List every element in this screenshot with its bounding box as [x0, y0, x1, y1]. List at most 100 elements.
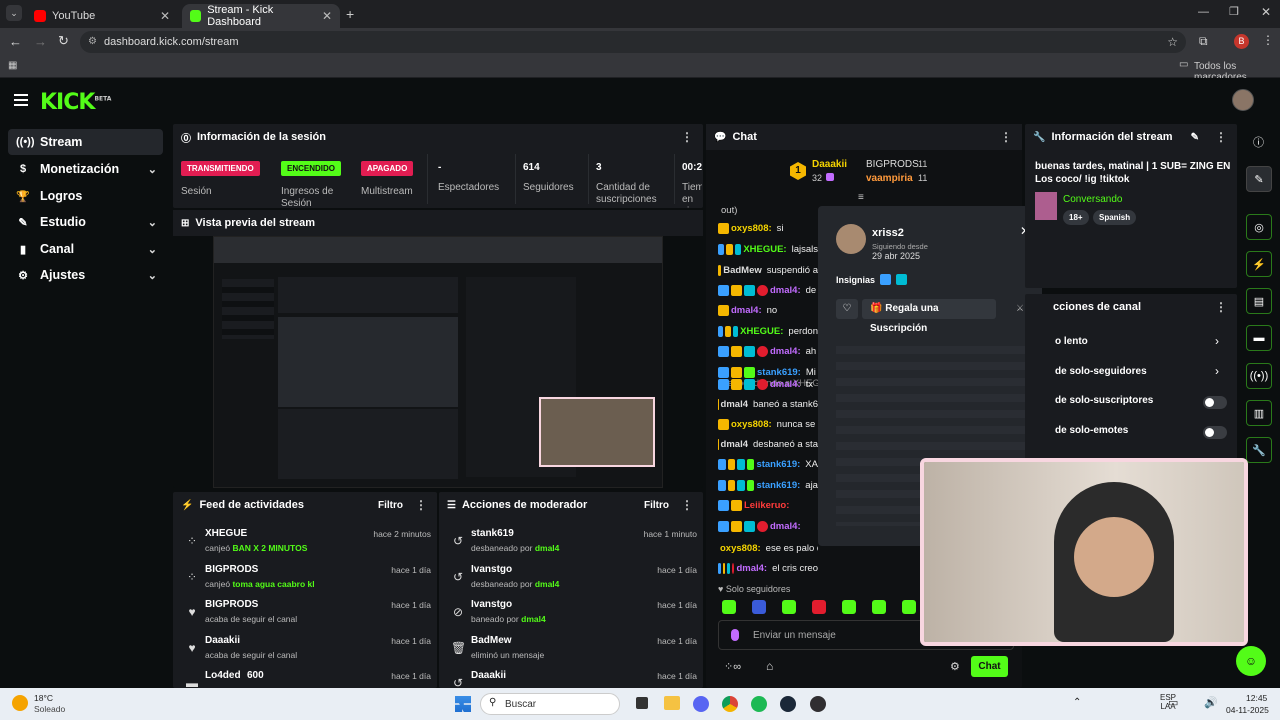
chat-message[interactable]: dmal4: no — [718, 302, 777, 318]
sidebar-item[interactable]: ((•)) Stream — [8, 129, 163, 155]
chevron-down-icon[interactable]: ⌄ — [148, 163, 157, 176]
chat-username[interactable]: BadMew — [723, 265, 762, 276]
more-options-icon[interactable]: ⋮ — [681, 498, 693, 512]
more-options-icon[interactable]: ⋮ — [1000, 130, 1012, 144]
chat-message[interactable]: oxys808: ese es palo de ese weon — [718, 540, 818, 556]
chat-username[interactable]: Leiikeruo: — [744, 500, 789, 511]
more-options-icon[interactable]: ⋮ — [415, 498, 427, 512]
feed-username[interactable]: Daaakii — [205, 635, 240, 646]
bookmark-star-icon[interactable]: ☆ — [1167, 31, 1178, 53]
emote-icon[interactable] — [752, 600, 766, 614]
mod-action-row[interactable]: 🗑 BadMew eliminó un mensaje hace 1 día — [447, 635, 697, 669]
maximize-icon[interactable]: ❐ — [1229, 5, 1239, 18]
chat-settings-icon[interactable]: ⚙ — [950, 660, 960, 673]
profile-avatar[interactable]: B — [1234, 34, 1249, 49]
filter-button[interactable]: Filtro — [378, 500, 403, 511]
chat-bubble-icon[interactable]: ▬ — [1246, 325, 1272, 351]
channel-action-row[interactable]: o lento › — [1025, 334, 1237, 354]
edit-icon[interactable]: ✎ — [1191, 132, 1199, 143]
wrench-icon[interactable]: 🔧 — [1246, 437, 1272, 463]
emote-icon[interactable] — [722, 600, 736, 614]
toggle-switch[interactable] — [1203, 425, 1227, 439]
follow-heart-button[interactable]: ♡ — [836, 299, 858, 319]
discord-icon[interactable] — [693, 696, 709, 712]
more-options-icon[interactable]: ⋮ — [1215, 300, 1227, 314]
filter-button[interactable]: Filtro — [644, 500, 669, 511]
sidebar-item[interactable]: $ Monetización ⌄ — [8, 156, 163, 182]
chat-username[interactable]: oxys808: — [731, 223, 772, 234]
language-indicator[interactable]: ESP LAA — [1160, 693, 1176, 711]
chat-message[interactable]: Leiikeruo: — [718, 497, 794, 513]
feed-username[interactable]: Lo4ded — [205, 670, 241, 681]
address-bar[interactable]: ⚙ dashboard.kick.com/stream ☆ — [80, 31, 1186, 53]
sidebar-item[interactable]: ✎ Estudio ⌄ — [8, 209, 163, 235]
steam-icon[interactable] — [780, 696, 796, 712]
mod-target-user[interactable]: Ivanstgo — [471, 564, 512, 575]
mod-by-user[interactable]: dmal4 — [521, 614, 546, 624]
clock-date[interactable]: 04-11-2025 — [1226, 705, 1269, 715]
mod-action-row[interactable]: ↺ stank619 desbaneado por dmal4 hace 1 minu… — [447, 528, 697, 562]
chat-message[interactable]: XHEGUE: perdon — [718, 323, 818, 339]
support-button[interactable]: ☺ — [1236, 646, 1266, 676]
chat-username[interactable]: XHEGUE: — [740, 326, 783, 337]
chat-message[interactable]: out) — [718, 202, 737, 218]
chat-message[interactable]: oxys808: nunca se — [718, 416, 815, 432]
pinned-toggle-icon[interactable]: ≡ — [858, 192, 864, 203]
chevron-right-icon[interactable]: › — [1215, 364, 1219, 378]
target-icon[interactable]: ◎ — [1246, 214, 1272, 240]
chat-username[interactable]: dmal4: — [770, 379, 801, 390]
site-info-icon[interactable]: ⚙ — [88, 31, 97, 53]
feed-row[interactable]: ♥ BIGPRODS acaba de seguir el canal hace 1 … — [181, 599, 431, 633]
emote-icon[interactable] — [842, 600, 856, 614]
emote-icon[interactable] — [782, 600, 796, 614]
chat-message[interactable]: dmal4: el cris creo — [718, 560, 818, 576]
forward-icon[interactable]: → — [34, 34, 47, 49]
gifter-1-name[interactable]: Daaakii — [812, 159, 847, 170]
weather-widget[interactable]: 18°C Soleado — [12, 692, 92, 716]
gift-sub-button[interactable]: 🎁 Regala una Suscripción — [862, 299, 996, 334]
chat-message[interactable]: dmal4 desbaneó a sta — [718, 436, 818, 452]
mod-target-user[interactable]: Daaakii — [471, 670, 506, 681]
emote-icon[interactable] — [902, 600, 916, 614]
chat-username[interactable]: XHEGUE: — [743, 244, 786, 255]
feed-row[interactable]: ⁘ XHEGUE canjeó BAN X 2 MINUTOS hace 2 minu… — [181, 528, 431, 562]
chat-username[interactable]: dmal4: — [736, 563, 767, 574]
feed-username[interactable]: BIGPRODS — [205, 564, 258, 575]
taskbar-search[interactable]: ⚲ Buscar — [480, 693, 620, 715]
chrome-icon[interactable] — [722, 696, 738, 712]
chat-message[interactable]: dmal4 baneó a stank6 — [718, 396, 818, 412]
obs-icon[interactable] — [810, 696, 826, 712]
tab-youtube[interactable]: YouTube ✕ — [26, 4, 178, 28]
mod-target-user[interactable]: BadMew — [471, 635, 512, 646]
new-tab-button[interactable]: + — [346, 6, 354, 22]
task-view-icon[interactable] — [636, 697, 648, 709]
hamburger-menu-icon[interactable] — [14, 94, 28, 106]
tab-list-button[interactable]: ⌄ — [6, 5, 22, 21]
apps-icon[interactable]: ▦ — [8, 60, 17, 71]
channel-action-row[interactable]: de solo-emotes — [1025, 423, 1237, 443]
start-icon[interactable] — [455, 696, 471, 712]
channel-action-row[interactable]: de solo-seguidores › — [1025, 364, 1237, 384]
minimize-icon[interactable]: — — [1198, 6, 1209, 18]
gifter-3-name[interactable]: vaampiria — [866, 173, 913, 184]
mod-target-user[interactable]: Ivanstgo — [471, 599, 512, 610]
broadcast-icon[interactable]: ((•)) — [1246, 363, 1272, 389]
chat-username[interactable]: stank619: — [756, 459, 800, 470]
chevron-right-icon[interactable]: › — [1215, 334, 1219, 348]
chat-username[interactable]: dmal4: — [770, 346, 801, 357]
mod-target-user[interactable]: stank619 — [471, 528, 514, 539]
chat-username[interactable]: dmal4: — [731, 305, 762, 316]
chat-message[interactable]: stank619: XA — [718, 456, 818, 472]
chat-username[interactable]: dmal4: — [770, 285, 801, 296]
chat-message[interactable]: BadMew suspendió a — [718, 262, 818, 278]
user-avatar[interactable] — [836, 224, 866, 254]
lightning-icon[interactable]: ⚡ — [1246, 251, 1272, 277]
chat-message[interactable]: dmal4: — [718, 518, 806, 534]
chat-username[interactable]: stank619: — [756, 480, 800, 491]
more-options-icon[interactable]: ⋮ — [681, 130, 693, 144]
sidebar-item[interactable]: ⚙ Ajustes ⌄ — [8, 262, 163, 288]
tab-kick-dashboard[interactable]: Stream - Kick Dashboard ✕ — [182, 4, 340, 28]
mod-by-user[interactable]: dmal4 — [535, 579, 560, 589]
user-avatar[interactable] — [1232, 89, 1254, 111]
mic-icon[interactable] — [731, 629, 739, 641]
